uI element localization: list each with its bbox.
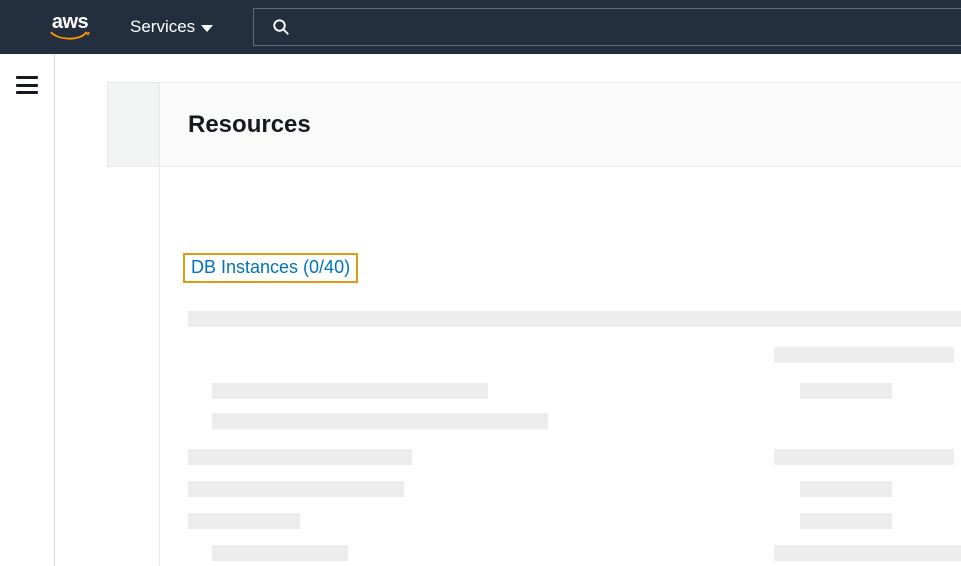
smile-icon <box>50 31 90 41</box>
top-nav: aws Services <box>0 0 961 54</box>
global-search[interactable] <box>253 8 961 46</box>
main-content: Resources <box>55 54 961 566</box>
card-header: Resources <box>160 83 961 167</box>
page-title: Resources <box>188 111 311 139</box>
placeholder <box>774 347 954 363</box>
placeholder <box>188 449 412 465</box>
placeholder <box>188 513 300 529</box>
services-label: Services <box>130 17 195 37</box>
placeholder <box>212 545 348 561</box>
db-instances-link[interactable]: DB Instances (0/40) <box>191 257 350 277</box>
placeholder <box>188 311 961 327</box>
placeholder <box>212 383 488 399</box>
placeholder <box>188 481 404 497</box>
search-input[interactable] <box>302 9 961 45</box>
aws-logo[interactable]: aws <box>50 13 90 41</box>
placeholder <box>774 545 961 561</box>
card-body <box>160 167 961 197</box>
placeholder <box>212 413 548 429</box>
chevron-down-icon <box>201 25 213 32</box>
aws-logo-text: aws <box>52 13 88 31</box>
services-menu[interactable]: Services <box>130 17 213 37</box>
db-instances-highlight: DB Instances (0/40) <box>183 253 358 283</box>
menu-toggle-button[interactable] <box>16 76 38 94</box>
placeholder <box>800 383 892 399</box>
placeholder <box>800 481 892 497</box>
resources-card: Resources <box>159 82 961 566</box>
search-icon <box>272 18 290 36</box>
hamburger-icon <box>16 76 38 79</box>
sidebar-toggle-column <box>0 54 55 566</box>
placeholder <box>774 449 954 465</box>
placeholder <box>800 513 892 529</box>
